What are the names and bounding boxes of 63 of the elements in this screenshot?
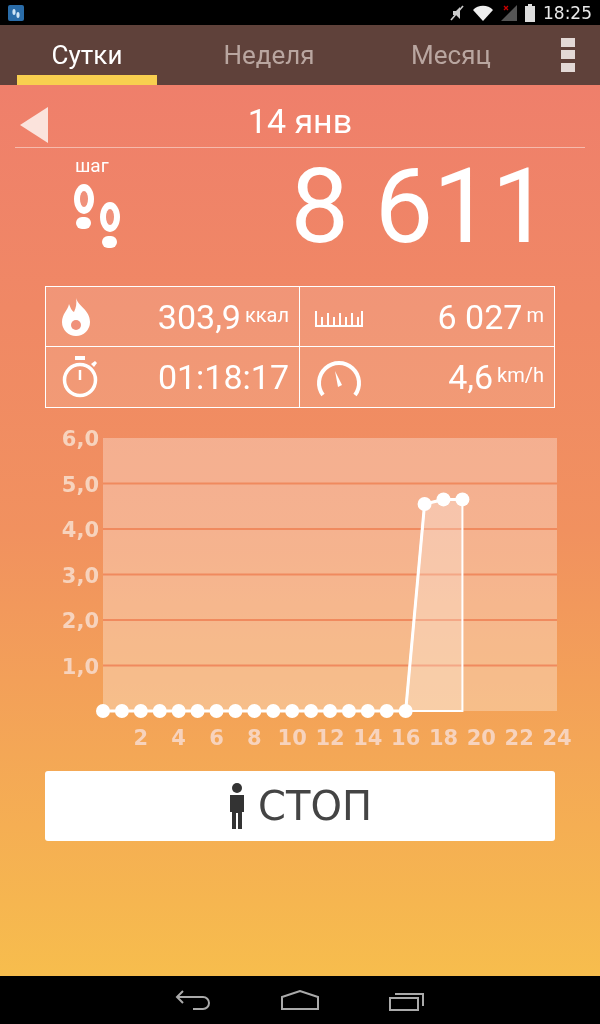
point — [455, 492, 470, 507]
x-tick-label: 4 — [171, 726, 186, 750]
x-tick-label: 24 — [542, 726, 572, 750]
back-icon[interactable] — [175, 989, 211, 1011]
y-tick-label: 3,0 — [61, 563, 99, 588]
point — [285, 704, 300, 718]
stat-value: 303,9 — [157, 296, 241, 337]
stat-value: 4,6 — [448, 357, 494, 397]
battery-icon — [525, 3, 535, 22]
flame-icon — [61, 297, 91, 336]
point — [379, 704, 394, 718]
point — [436, 492, 451, 507]
stopwatch-icon — [61, 356, 99, 398]
point — [398, 704, 413, 718]
y-tick-label: 1,0 — [61, 654, 99, 679]
x-tick-label: 16 — [391, 726, 421, 750]
y-tick-label: 2,0 — [61, 609, 99, 633]
signal-icon — [501, 4, 517, 21]
wifi-icon — [473, 4, 493, 21]
x-tick-label: 8 — [247, 726, 262, 750]
steps-label: шаг — [75, 154, 109, 177]
tab[interactable]: Месяц — [381, 25, 521, 85]
point — [209, 704, 224, 718]
point — [228, 704, 243, 718]
x-tick-label: 14 — [353, 726, 383, 750]
clock-time: 18:25 — [543, 2, 592, 23]
home-icon[interactable] — [281, 990, 319, 1010]
stat-unit: ккал — [244, 302, 289, 327]
point — [304, 704, 319, 718]
x-tick-label: 10 — [277, 726, 307, 750]
stat-unit: m — [526, 302, 544, 327]
stat-unit: km/h — [497, 363, 544, 387]
x-tick-label: 12 — [315, 726, 345, 750]
mute-icon — [449, 3, 465, 22]
stop-button[interactable]: СТОП — [45, 771, 555, 841]
point — [152, 704, 167, 718]
y-tick-label: 5,0 — [61, 472, 99, 497]
menu-icon[interactable] — [561, 38, 575, 72]
point — [171, 704, 186, 718]
tab[interactable]: Неделя — [199, 25, 339, 85]
point — [360, 704, 375, 718]
point — [96, 704, 110, 718]
x-tick-label: 6 — [209, 726, 224, 750]
date-label: 14 янв — [246, 101, 354, 141]
stat-value: 01:18:17 — [157, 357, 289, 397]
x-tick-label: 22 — [504, 726, 534, 750]
point — [114, 704, 129, 718]
point — [341, 704, 356, 718]
y-tick-label: 4,0 — [61, 518, 99, 542]
point — [417, 496, 432, 511]
y-tick-label: 6,0 — [61, 427, 99, 451]
step-count-value: 8 611 — [289, 154, 550, 259]
x-tick-label: 2 — [133, 726, 149, 750]
app-icon — [8, 4, 24, 21]
point — [190, 704, 205, 718]
x-tick-label: 18 — [428, 726, 459, 750]
person-icon — [228, 783, 247, 829]
point — [266, 704, 281, 718]
point — [133, 704, 148, 718]
x-tick-label: 20 — [466, 726, 496, 750]
point — [323, 704, 337, 718]
point — [247, 704, 262, 718]
stat-value: 6 027 — [437, 296, 523, 337]
